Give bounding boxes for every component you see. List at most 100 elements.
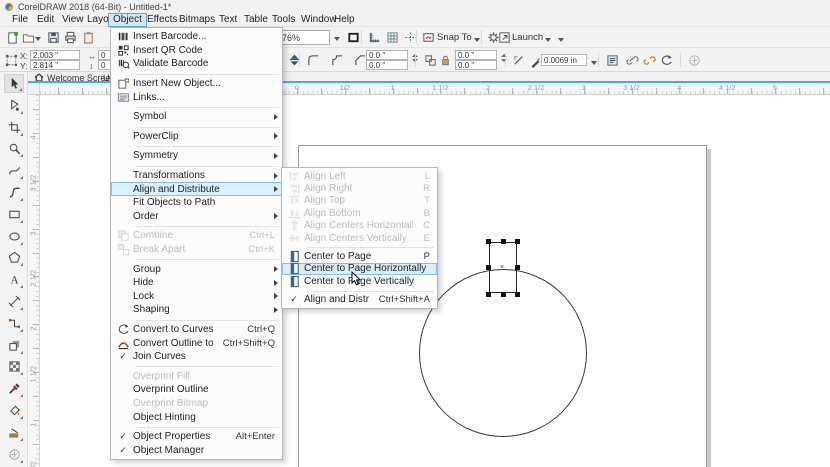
parallel-dimension-tool[interactable] xyxy=(4,292,24,311)
relative-corner-icon[interactable] xyxy=(422,52,438,68)
menu-item-convert-to-curves[interactable]: Convert to CurvesCtrl+Q xyxy=(111,323,282,337)
chain-link-icon[interactable] xyxy=(624,52,640,68)
menu-item-validate-barcode[interactable]: Validate Barcode xyxy=(111,57,282,71)
launch-app-icon[interactable] xyxy=(496,29,512,45)
menu-item-label: Overprint Bitmap xyxy=(133,398,279,409)
selection-handle[interactable] xyxy=(515,265,520,270)
connector-tool[interactable] xyxy=(4,314,24,333)
menu-help[interactable]: Help xyxy=(330,13,359,27)
menu-edit[interactable]: Edit xyxy=(33,13,58,27)
menu-item-shaping[interactable]: Shaping xyxy=(111,303,282,317)
launch-dropdown[interactable] xyxy=(543,32,553,48)
slant-corner-icon[interactable] xyxy=(510,52,526,68)
rectangle-tool[interactable] xyxy=(4,205,24,224)
menu-item-center-to-page[interactable]: Center to PageP xyxy=(282,250,437,262)
paste-icon[interactable] xyxy=(80,29,96,45)
x-position-field[interactable]: 2.003 " xyxy=(30,50,80,60)
selection-handle[interactable] xyxy=(515,292,520,297)
menu-item-join-curves[interactable]: ✓Join Curves xyxy=(111,350,282,364)
menu-item-object-hinting[interactable]: Object Hinting xyxy=(111,410,282,424)
pick-tool[interactable] xyxy=(4,74,24,93)
menu-item-insert-new-object[interactable]: Insert New Object... xyxy=(111,77,282,91)
menu-object[interactable]: Object xyxy=(108,13,147,27)
menu-item-lock[interactable]: Lock xyxy=(111,290,282,304)
add-tools-tool[interactable] xyxy=(4,445,24,464)
convert-to-curves-icon[interactable] xyxy=(658,52,674,68)
menu-item-label: Align and Distribute xyxy=(304,294,369,305)
polygon-tool[interactable] xyxy=(4,248,24,267)
fit-page-icon[interactable] xyxy=(345,29,361,45)
new-document-icon[interactable] xyxy=(4,29,20,45)
outline-pen-icon[interactable] xyxy=(527,54,543,70)
menu-item-overprint-outline[interactable]: Overprint Outline xyxy=(111,383,282,397)
corner-radius-stepper-2[interactable] xyxy=(499,54,508,62)
corner-radius-right-bottom-field[interactable]: 0.0 " xyxy=(455,60,497,70)
menu-file[interactable]: File xyxy=(8,13,32,27)
smart-fill-tool[interactable] xyxy=(4,423,24,442)
menu-item-align-and-distribute[interactable]: ✓Align and DistributeCtrl+Shift+A xyxy=(282,294,437,306)
selection-handle[interactable] xyxy=(486,292,491,297)
menu-item-align-and-distribute[interactable]: Align and Distribute xyxy=(111,182,282,196)
full-screen-preview-icon[interactable] xyxy=(420,29,436,45)
lock-ratio-icon[interactable] xyxy=(437,52,453,68)
freehand-tool[interactable] xyxy=(4,161,24,180)
menu-item-symmetry[interactable]: Symmetry xyxy=(111,149,282,163)
artistic-media-tool[interactable] xyxy=(4,183,24,202)
save-icon[interactable] xyxy=(45,29,61,45)
text-tool[interactable]: A xyxy=(4,270,24,289)
show-rulers-icon[interactable] xyxy=(366,29,382,45)
menu-item-label: Insert New Object... xyxy=(133,78,279,89)
wrap-text-icon[interactable] xyxy=(604,52,620,68)
menu-item-hide[interactable]: Hide xyxy=(111,276,282,290)
shape-tool[interactable] xyxy=(4,96,24,115)
menu-bitmaps[interactable]: Bitmaps xyxy=(175,13,219,27)
toolbar-overflow-icon[interactable] xyxy=(556,32,566,48)
chamfered-corner-icon[interactable] xyxy=(352,52,368,68)
selection-handle[interactable] xyxy=(486,265,491,270)
checkmark-icon: ✓ xyxy=(113,445,133,456)
open-dropdown[interactable] xyxy=(33,31,42,47)
add-preset-icon[interactable] xyxy=(686,52,702,68)
selection-handle[interactable] xyxy=(501,292,506,297)
menu-item-links[interactable]: Links... xyxy=(111,90,282,104)
color-eyedropper-tool[interactable] xyxy=(4,379,24,398)
menu-item-group[interactable]: Group xyxy=(111,262,282,276)
menu-tools[interactable]: Tools xyxy=(268,13,299,27)
interactive-fill-tool[interactable] xyxy=(4,401,24,420)
menu-item-transformations[interactable]: Transformations xyxy=(111,169,282,183)
menu-item-object-properties[interactable]: ✓Object PropertiesAlt+Enter xyxy=(111,430,282,444)
corner-radius-left-bottom-field[interactable]: 0.0 " xyxy=(366,60,408,70)
selection-handle[interactable] xyxy=(486,239,491,244)
selection-handle[interactable] xyxy=(501,239,506,244)
menu-item-convert-outline-to-object[interactable]: Convert Outline to ObjectCtrl+Shift+Q xyxy=(111,336,282,350)
corner-radius-left-top-field[interactable]: 0.0 " xyxy=(366,50,408,60)
print-icon[interactable] xyxy=(62,29,78,45)
launch-label[interactable]: Launch xyxy=(512,32,543,43)
y-position-field[interactable]: 2.814 " xyxy=(30,60,80,70)
drop-shadow-tool[interactable] xyxy=(4,336,24,355)
zoom-tool[interactable] xyxy=(4,139,24,158)
menu-item-symbol[interactable]: Symbol xyxy=(111,110,282,124)
snap-to-label[interactable]: Snap To xyxy=(437,32,472,43)
menu-item-insert-qr-code[interactable]: Insert QR Code xyxy=(111,44,282,58)
zoom-level-dropdown[interactable] xyxy=(331,31,343,47)
corner-radius-right-top-field[interactable]: 0.0 " xyxy=(455,50,497,60)
outline-width-field[interactable]: 0.0069 in xyxy=(541,54,587,66)
object-position-icon[interactable] xyxy=(3,52,19,68)
menu-item-order[interactable]: Order xyxy=(111,210,282,224)
ellipse-tool[interactable] xyxy=(4,227,24,246)
menu-item-powerclip[interactable]: PowerClip xyxy=(111,130,282,144)
transparency-tool[interactable] xyxy=(4,357,24,376)
broken-chain-icon[interactable] xyxy=(641,52,657,68)
toolbar-separator xyxy=(361,30,362,44)
menu-text[interactable]: Text xyxy=(215,13,241,27)
round-corner-icon[interactable] xyxy=(305,52,321,68)
menu-item-insert-barcode[interactable]: Insert Barcode... xyxy=(111,30,282,44)
crop-tool[interactable] xyxy=(4,118,24,137)
menu-item-object-manager[interactable]: ✓Object Manager xyxy=(111,443,282,457)
selection-handle[interactable] xyxy=(515,239,520,244)
menu-item-label: Combine xyxy=(133,230,239,241)
scalloped-corner-icon[interactable] xyxy=(329,52,345,68)
show-grid-icon[interactable] xyxy=(384,29,400,45)
menu-item-fit-objects-to-path[interactable]: Fit Objects to Path xyxy=(111,196,282,210)
